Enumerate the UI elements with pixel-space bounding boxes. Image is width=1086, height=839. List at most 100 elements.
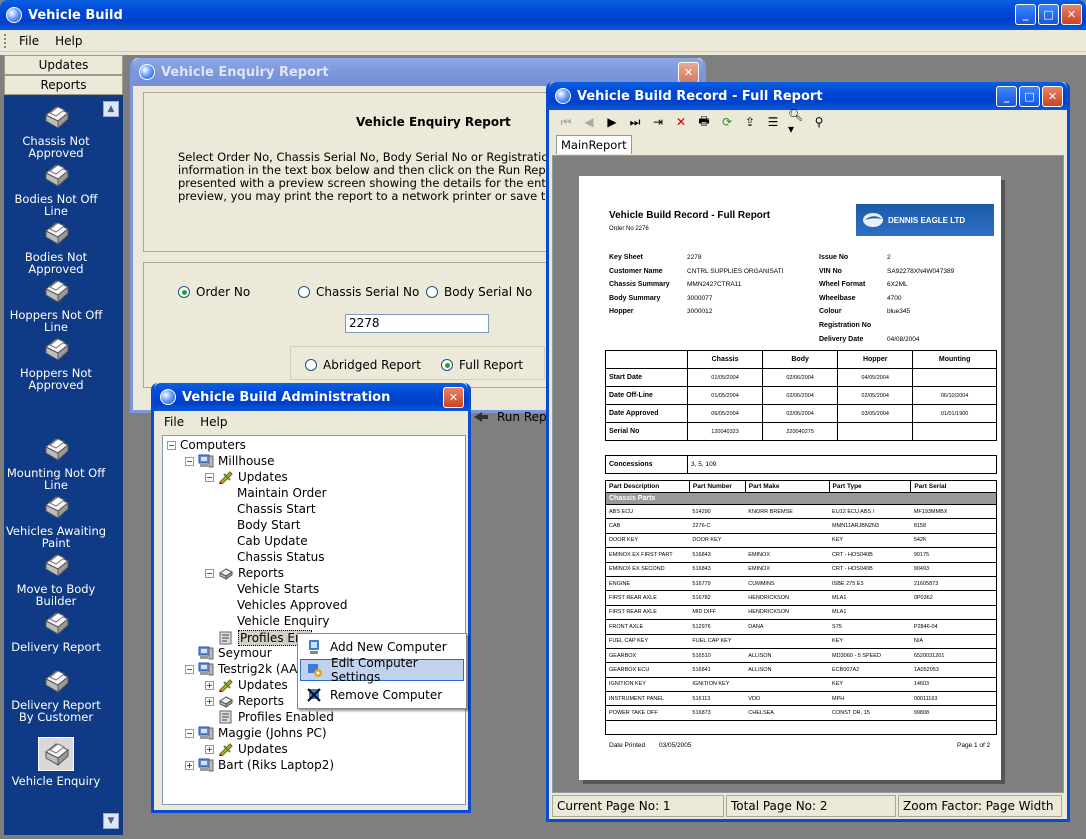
table-cell: 90493: [910, 561, 997, 577]
tree-node-updates[interactable]: + Updates: [205, 742, 288, 757]
goto-page-icon[interactable]: ⇥: [650, 114, 666, 130]
tree-leaf[interactable]: Vehicle Enquiry: [237, 614, 330, 628]
record-title-bar[interactable]: Vehicle Build Record - Full Report _ □ ✕: [549, 82, 1067, 110]
menu-file[interactable]: File: [11, 32, 47, 50]
tab-mainreport[interactable]: MainReport: [556, 135, 632, 154]
enquiry-close-button[interactable]: ✕: [678, 62, 699, 83]
table-cell: 516843: [689, 547, 746, 563]
menu-help[interactable]: Help: [47, 32, 90, 50]
admin-menu-file[interactable]: File: [156, 413, 192, 431]
tree-node-updates[interactable]: + Updates: [205, 678, 288, 693]
sidebar-item-delivery-report-by-customer[interactable]: Delivery Report By Customer: [4, 667, 108, 723]
admin-title-bar[interactable]: Vehicle Build Administration ✕: [154, 383, 468, 411]
tree-leaf[interactable]: Body Start: [237, 518, 300, 532]
record-minimize-button[interactable]: _: [996, 86, 1017, 107]
expand-toggle-icon[interactable]: +: [185, 760, 194, 770]
sidebar-item-chassis-not-approved[interactable]: Chassis Not Approved: [4, 103, 108, 159]
maximize-button[interactable]: □: [1038, 4, 1059, 25]
radio-abridged-report[interactable]: Abridged Report: [305, 358, 421, 372]
menu-edit-computer-settings[interactable]: Edit Computer Settings: [300, 656, 464, 684]
sidebar-item-vehicles-awaiting-paint[interactable]: Vehicles Awaiting Paint: [4, 493, 108, 549]
first-page-icon[interactable]: ⏮: [558, 114, 574, 130]
table-row: Serial No 120040323 220040275: [605, 422, 997, 441]
collapse-toggle-icon[interactable]: −: [185, 456, 194, 466]
sidebar-item-hoppers-not-approved[interactable]: Hoppers Not Approved: [4, 335, 108, 391]
printer-icon: [40, 493, 72, 521]
tree-node-reports[interactable]: + Reports: [205, 694, 284, 708]
sidebar-item-hoppers-not-off-line[interactable]: Hoppers Not Off Line: [4, 277, 108, 333]
tree-node-bart[interactable]: + Bart (Riks Laptop2): [185, 758, 334, 772]
radio-dot[interactable]: [441, 359, 453, 371]
radio-body-serial[interactable]: Body Serial No: [426, 285, 532, 299]
sidebar-item-mounting-not-off-line[interactable]: Mounting Not Off Line: [4, 435, 108, 491]
radio-order-no[interactable]: Order No: [178, 285, 250, 299]
sidebar-item-bodies-not-approved[interactable]: Bodies Not Approved: [4, 219, 108, 275]
admin-close-button[interactable]: ✕: [443, 387, 464, 408]
export-icon[interactable]: ⇪: [742, 114, 758, 130]
tree-node-testrig2k[interactable]: − Testrig2k (AAs P: [185, 662, 315, 676]
expand-toggle-icon[interactable]: +: [205, 680, 214, 690]
collapse-toggle-icon[interactable]: −: [205, 568, 214, 578]
sidebar-tab-reports[interactable]: Reports: [4, 75, 123, 95]
stop-icon[interactable]: ✕: [673, 114, 689, 130]
tree-node-updates[interactable]: − Updates: [205, 470, 288, 485]
record-maximize-button[interactable]: □: [1019, 86, 1040, 107]
enquiry-info-group: Vehicle Enquiry Report Select Order No, …: [143, 92, 624, 252]
menu-remove-computer[interactable]: Remove Computer: [300, 684, 464, 706]
tree-node-computers[interactable]: − Computers: [167, 438, 246, 452]
expand-toggle-icon[interactable]: +: [205, 696, 214, 706]
record-close-button[interactable]: ✕: [1042, 86, 1063, 107]
tree-leaf[interactable]: Chassis Status: [237, 550, 324, 564]
table-cell: 516873: [689, 705, 746, 721]
expand-toggle-icon[interactable]: +: [205, 744, 214, 754]
radio-dot[interactable]: [305, 359, 317, 371]
tree-node-profiles-enabled[interactable]: Profiles Ena: [205, 630, 312, 646]
tree-node-millhouse[interactable]: − Millhouse: [185, 454, 275, 468]
printer-icon: [218, 694, 234, 708]
report-page: Vehicle Build Record - Full Report Order…: [579, 176, 1001, 780]
sidebar-tab-updates[interactable]: Updates: [4, 55, 123, 75]
table-cell: KNORR BREMSE: [745, 503, 830, 519]
find-binoculars-icon[interactable]: ⚲: [811, 114, 827, 130]
sidebar-item-bodies-not-off-line[interactable]: Bodies Not Off Line: [4, 161, 108, 217]
tree-leaf[interactable]: Vehicles Approved: [237, 598, 348, 612]
sidebar-scroll-down-button[interactable]: ▼: [103, 813, 119, 829]
sidebar-item-move-to-body-builder[interactable]: Move to Body Builder: [4, 551, 108, 607]
close-button[interactable]: ✕: [1061, 4, 1082, 25]
field-label: VIN No: [819, 267, 842, 275]
minimize-button[interactable]: _: [1015, 4, 1036, 25]
menu-add-new-computer[interactable]: Add New Computer: [300, 636, 464, 658]
radio-dot[interactable]: [178, 286, 190, 298]
search-value-input[interactable]: 2278: [345, 314, 489, 333]
collapse-toggle-icon[interactable]: −: [185, 728, 194, 738]
refresh-icon[interactable]: ⟳: [719, 114, 735, 130]
print-icon[interactable]: 🖶: [696, 114, 712, 130]
last-page-icon[interactable]: ⏭: [627, 114, 643, 130]
collapse-toggle-icon[interactable]: −: [205, 472, 214, 482]
sidebar-item-vehicle-enquiry[interactable]: Vehicle Enquiry: [4, 737, 108, 787]
radio-chassis-serial[interactable]: Chassis Serial No: [298, 285, 419, 299]
admin-menu-help[interactable]: Help: [192, 413, 235, 431]
radio-full-report[interactable]: Full Report: [441, 358, 523, 372]
tree-node-seymour[interactable]: Seymour: [185, 646, 272, 660]
tree-leaf[interactable]: Cab Update: [237, 534, 308, 548]
collapse-toggle-icon[interactable]: −: [185, 664, 194, 674]
radio-dot[interactable]: [298, 286, 310, 298]
table-cell: 01/05/2004: [686, 368, 764, 387]
tree-leaf[interactable]: Vehicle Starts: [237, 582, 319, 596]
tree-leaf[interactable]: Chassis Start: [237, 502, 316, 516]
collapse-toggle-icon[interactable]: −: [167, 440, 176, 450]
radio-dot[interactable]: [426, 286, 438, 298]
prev-page-icon[interactable]: ◀: [581, 114, 597, 130]
next-page-icon[interactable]: ▶: [604, 114, 620, 130]
main-title-bar[interactable]: Vehicle Build _ □ ✕: [0, 0, 1086, 30]
tree-leaf[interactable]: Maintain Order: [237, 486, 327, 500]
sidebar-item-delivery-report[interactable]: Delivery Report: [4, 609, 108, 653]
sidebar-scroll-up-button[interactable]: ▲: [103, 101, 119, 117]
tree-node-profiles-enabled[interactable]: Profiles Enabled: [205, 710, 334, 724]
zoom-icon[interactable]: 🔍︎▾: [788, 108, 804, 136]
tree-node-reports[interactable]: − Reports: [205, 566, 284, 580]
group-tree-icon[interactable]: ☰: [765, 114, 781, 130]
tree-node-maggie[interactable]: − Maggie (Johns PC): [185, 726, 327, 740]
printer-icon: [40, 609, 72, 637]
